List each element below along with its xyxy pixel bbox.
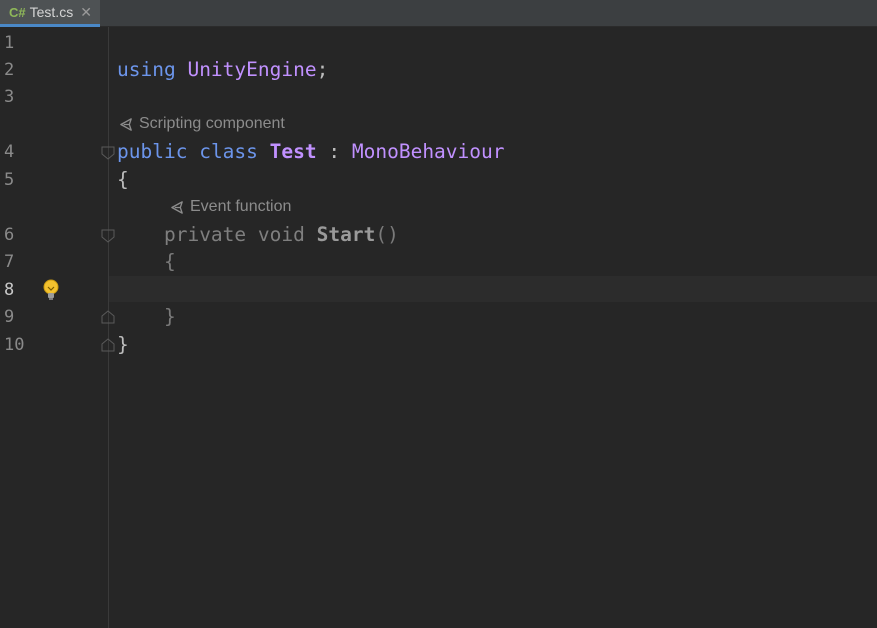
base-class-name: MonoBehaviour: [351, 140, 505, 163]
hint-label: Event function: [190, 198, 292, 215]
fold-marker-icon[interactable]: [101, 228, 115, 243]
code-line-6[interactable]: private void Start(): [117, 224, 399, 246]
line-number[interactable]: 2: [4, 60, 32, 80]
line-number[interactable]: 6: [4, 225, 32, 245]
line-number[interactable]: 4: [4, 142, 32, 162]
code-line-2[interactable]: using UnityEngine;: [117, 59, 328, 81]
line-number[interactable]: 7: [4, 252, 32, 272]
close-brace: }: [163, 305, 176, 328]
code-line-4[interactable]: public class Test : MonoBehaviour: [117, 141, 505, 163]
class-name: Test: [269, 140, 317, 163]
parens: (): [375, 223, 399, 246]
gutter-separator: [108, 27, 109, 628]
fold-end-marker-icon[interactable]: [101, 309, 115, 324]
line-number-current[interactable]: 8: [4, 280, 32, 300]
unity-icon: [120, 117, 132, 131]
editor-tab-bar: C# Test.cs ✕: [0, 0, 877, 27]
line-number[interactable]: 5: [4, 170, 32, 190]
line-number[interactable]: 9: [4, 307, 32, 327]
keyword-class: class: [199, 140, 258, 163]
fold-end-marker-icon[interactable]: [101, 337, 115, 352]
line-number[interactable]: 3: [4, 87, 32, 107]
code-line-9[interactable]: }: [117, 306, 176, 328]
line-number[interactable]: 10: [4, 335, 32, 355]
keyword-public: public: [117, 140, 188, 163]
code-line-5[interactable]: {: [117, 169, 129, 191]
code-line-7[interactable]: {: [117, 251, 176, 273]
code-line-10[interactable]: }: [117, 334, 129, 356]
fold-marker-icon[interactable]: [101, 145, 115, 160]
hint-label: Scripting component: [139, 115, 285, 132]
tab-test-cs[interactable]: C# Test.cs ✕: [0, 0, 100, 27]
method-name: Start: [316, 223, 376, 246]
keyword-using: using: [117, 58, 176, 81]
semicolon: ;: [316, 58, 329, 81]
colon: :: [328, 140, 341, 163]
namespace-name: UnityEngine: [187, 58, 317, 81]
unity-icon: [171, 200, 183, 214]
csharp-file-icon: C#: [9, 4, 26, 20]
event-function-hint[interactable]: Event function: [170, 198, 291, 216]
scripting-component-hint[interactable]: Scripting component: [119, 115, 285, 133]
tab-label: Test.cs: [29, 4, 74, 20]
keyword-private: private: [163, 223, 247, 246]
close-icon[interactable]: ✕: [80, 4, 92, 21]
keyword-void: void: [257, 223, 305, 246]
close-brace: }: [117, 333, 129, 356]
line-number[interactable]: 1: [4, 33, 32, 53]
current-line-highlight: [109, 276, 877, 302]
open-brace: {: [117, 168, 129, 191]
lightbulb-icon[interactable]: [41, 278, 61, 306]
open-brace: {: [163, 250, 176, 273]
